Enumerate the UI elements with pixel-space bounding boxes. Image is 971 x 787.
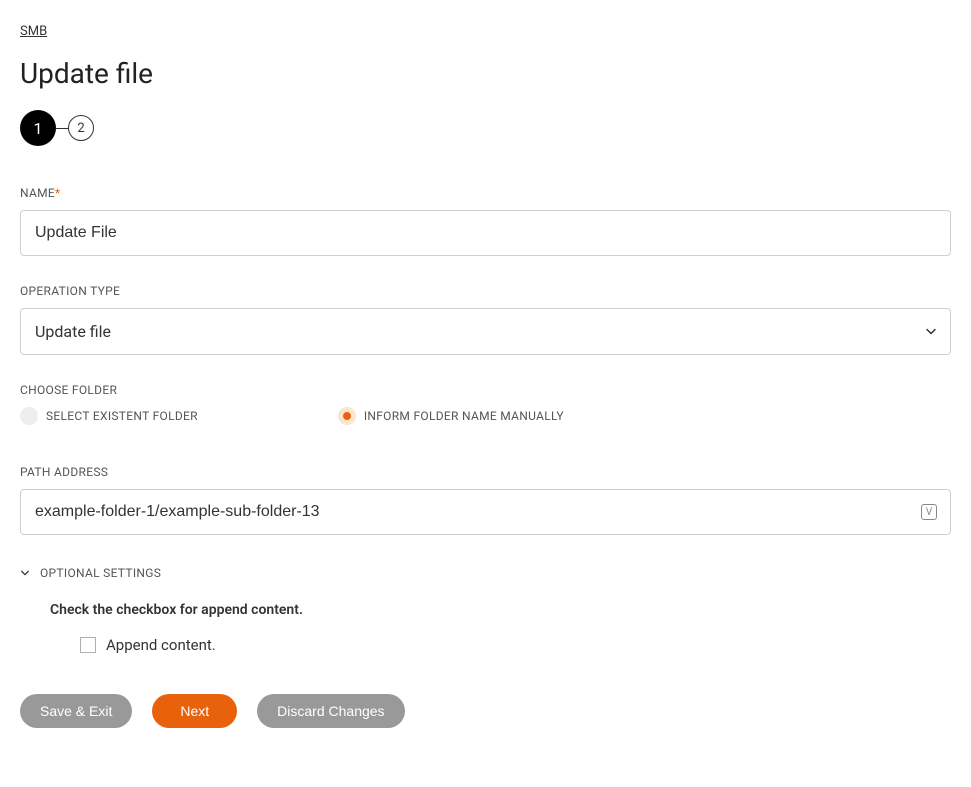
- optional-settings-section: OPTIONAL SETTINGS Check the checkbox for…: [20, 563, 951, 654]
- optional-content: Check the checkbox for append content. A…: [20, 602, 951, 654]
- path-address-input[interactable]: [20, 489, 951, 535]
- page-title: Update file: [20, 57, 951, 90]
- path-address-group: PATH ADDRESS V: [20, 465, 951, 535]
- append-checkbox-label: Append content.: [106, 636, 216, 654]
- required-star: *: [55, 186, 60, 200]
- step-2[interactable]: 2: [68, 115, 94, 141]
- path-address-label: PATH ADDRESS: [20, 465, 951, 479]
- name-label-text: NAME: [20, 186, 55, 200]
- name-input[interactable]: [20, 210, 951, 256]
- radio-select-existent-label: SELECT EXISTENT FOLDER: [46, 409, 198, 423]
- radio-select-existent[interactable]: SELECT EXISTENT FOLDER: [20, 407, 198, 425]
- append-checkbox[interactable]: [80, 637, 96, 653]
- optional-settings-toggle[interactable]: OPTIONAL SETTINGS: [20, 563, 951, 582]
- save-exit-button[interactable]: Save & Exit: [20, 694, 132, 728]
- operation-type-group: OPERATION TYPE Update file: [20, 284, 951, 355]
- choose-folder-group: CHOOSE FOLDER SELECT EXISTENT FOLDER INF…: [20, 383, 951, 425]
- radio-circle-unselected: [20, 407, 38, 425]
- radio-circle-selected: [338, 407, 356, 425]
- radio-dot: [343, 412, 351, 420]
- choose-folder-radio-group: SELECT EXISTENT FOLDER INFORM FOLDER NAM…: [20, 407, 951, 425]
- optional-hint: Check the checkbox for append content.: [50, 602, 951, 618]
- name-label: NAME*: [20, 186, 951, 200]
- operation-type-select[interactable]: Update file: [20, 308, 951, 355]
- step-1[interactable]: 1: [20, 110, 56, 146]
- operation-type-label: OPERATION TYPE: [20, 284, 951, 298]
- step-connector: [56, 128, 68, 129]
- name-field-group: NAME*: [20, 186, 951, 256]
- breadcrumb-link[interactable]: SMB: [20, 24, 47, 39]
- operation-type-select-wrapper: Update file: [20, 308, 951, 355]
- button-row: Save & Exit Next Discard Changes: [20, 694, 951, 728]
- chevron-down-icon: [20, 563, 30, 582]
- radio-inform-manually-label: INFORM FOLDER NAME MANUALLY: [364, 409, 564, 423]
- path-input-wrapper: V: [20, 489, 951, 535]
- append-checkbox-row: Append content.: [50, 636, 951, 654]
- choose-folder-label: CHOOSE FOLDER: [20, 383, 951, 397]
- stepper: 1 2: [20, 110, 951, 146]
- optional-settings-label: OPTIONAL SETTINGS: [40, 566, 161, 580]
- next-button[interactable]: Next: [152, 694, 237, 728]
- discard-changes-button[interactable]: Discard Changes: [257, 694, 404, 728]
- radio-inform-manually[interactable]: INFORM FOLDER NAME MANUALLY: [338, 407, 564, 425]
